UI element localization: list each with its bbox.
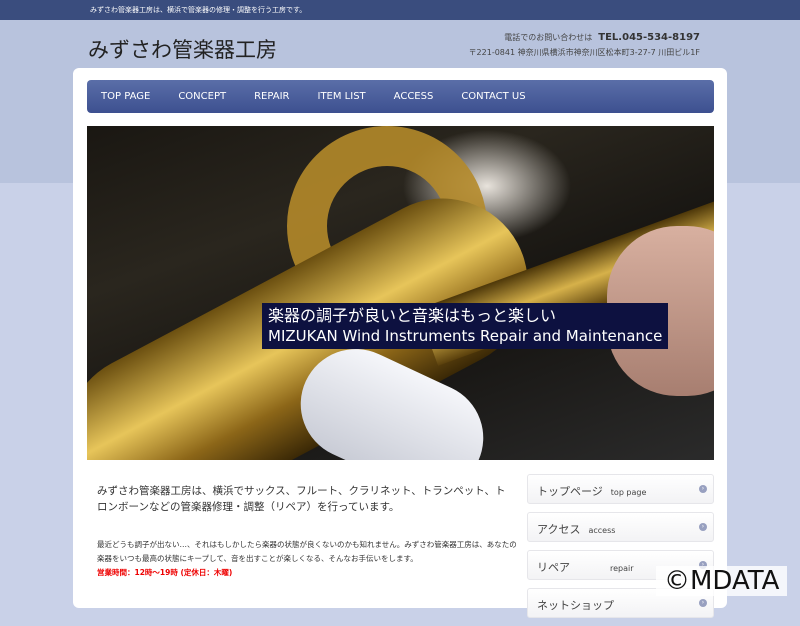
- address: 〒221-0841 神奈川県横浜市神奈川区松本町3-27-7 川田ビル1F: [468, 48, 700, 57]
- sidebar-item-label: ネットショップ: [537, 599, 614, 612]
- body-text-block: 最近どうも調子が出ない…、それはもしかしたら楽器の状態が良くないのかも知れません…: [97, 538, 517, 580]
- nav-repair[interactable]: REPAIR: [240, 80, 303, 113]
- contact-info: 電話でのお問い合わせは TEL.045-534-8197 〒221-0841 神奈…: [469, 30, 700, 60]
- contact-label: 電話でのお問い合わせは: [504, 33, 593, 42]
- sidebar-item-access[interactable]: アクセス access ›: [527, 512, 714, 542]
- sidebar-item-label: リペア: [537, 561, 570, 574]
- chevron-right-icon: ›: [699, 599, 707, 607]
- sidebar-item-sublabel: access: [588, 526, 616, 535]
- sidebar-item-sublabel: repair: [610, 564, 634, 573]
- phone-number: TEL.045-534-8197: [598, 32, 700, 43]
- site-tagline: みずさわ管楽器工房は、横浜で管楽器の修理・調整を行う工房です。: [0, 0, 800, 20]
- intro-text: みずさわ管楽器工房は、横浜でサックス、フルート、クラリネット、トランペット、トロ…: [97, 485, 506, 513]
- caption-en: MIZUKAN Wind Instruments Repair and Main…: [268, 327, 663, 345]
- nav-access[interactable]: ACCESS: [380, 80, 448, 113]
- hero-image: 楽器の調子が良いと音楽はもっと楽しい MIZUKAN Wind Instrume…: [87, 126, 714, 460]
- nav-top-page[interactable]: TOP PAGE: [87, 80, 164, 113]
- body-text: 最近どうも調子が出ない…、それはもしかしたら楽器の状態が良くないのかも知れません…: [97, 540, 517, 563]
- chevron-right-icon: ›: [699, 523, 707, 531]
- nav-item-list[interactable]: ITEM LIST: [304, 80, 380, 113]
- nav-concept[interactable]: CONCEPT: [164, 80, 240, 113]
- nav-contact-us[interactable]: CONTACT US: [447, 80, 539, 113]
- sidebar-item-label: トップページ: [537, 485, 603, 498]
- caption-jp: 楽器の調子が良いと音楽はもっと楽しい: [268, 306, 557, 325]
- main-nav: TOP PAGE CONCEPT REPAIR ITEM LIST ACCESS…: [87, 80, 714, 113]
- watermark: ©MDATA: [656, 566, 788, 596]
- sidebar-item-label: アクセス: [537, 523, 581, 536]
- sidebar-menu: トップページ top page › アクセス access › リペア repair › ネ…: [527, 474, 714, 626]
- chevron-right-icon: ›: [699, 485, 707, 493]
- business-hours: 営業時間：12時〜19時 (定休日：木曜): [97, 568, 233, 577]
- hero-caption: 楽器の調子が良いと音楽はもっと楽しい MIZUKAN Wind Instrume…: [262, 303, 669, 349]
- sidebar-item-sublabel: top page: [610, 488, 647, 497]
- site-logo[interactable]: みずさわ管楽器工房: [88, 34, 277, 64]
- sidebar-item-top-page[interactable]: トップページ top page ›: [527, 474, 714, 504]
